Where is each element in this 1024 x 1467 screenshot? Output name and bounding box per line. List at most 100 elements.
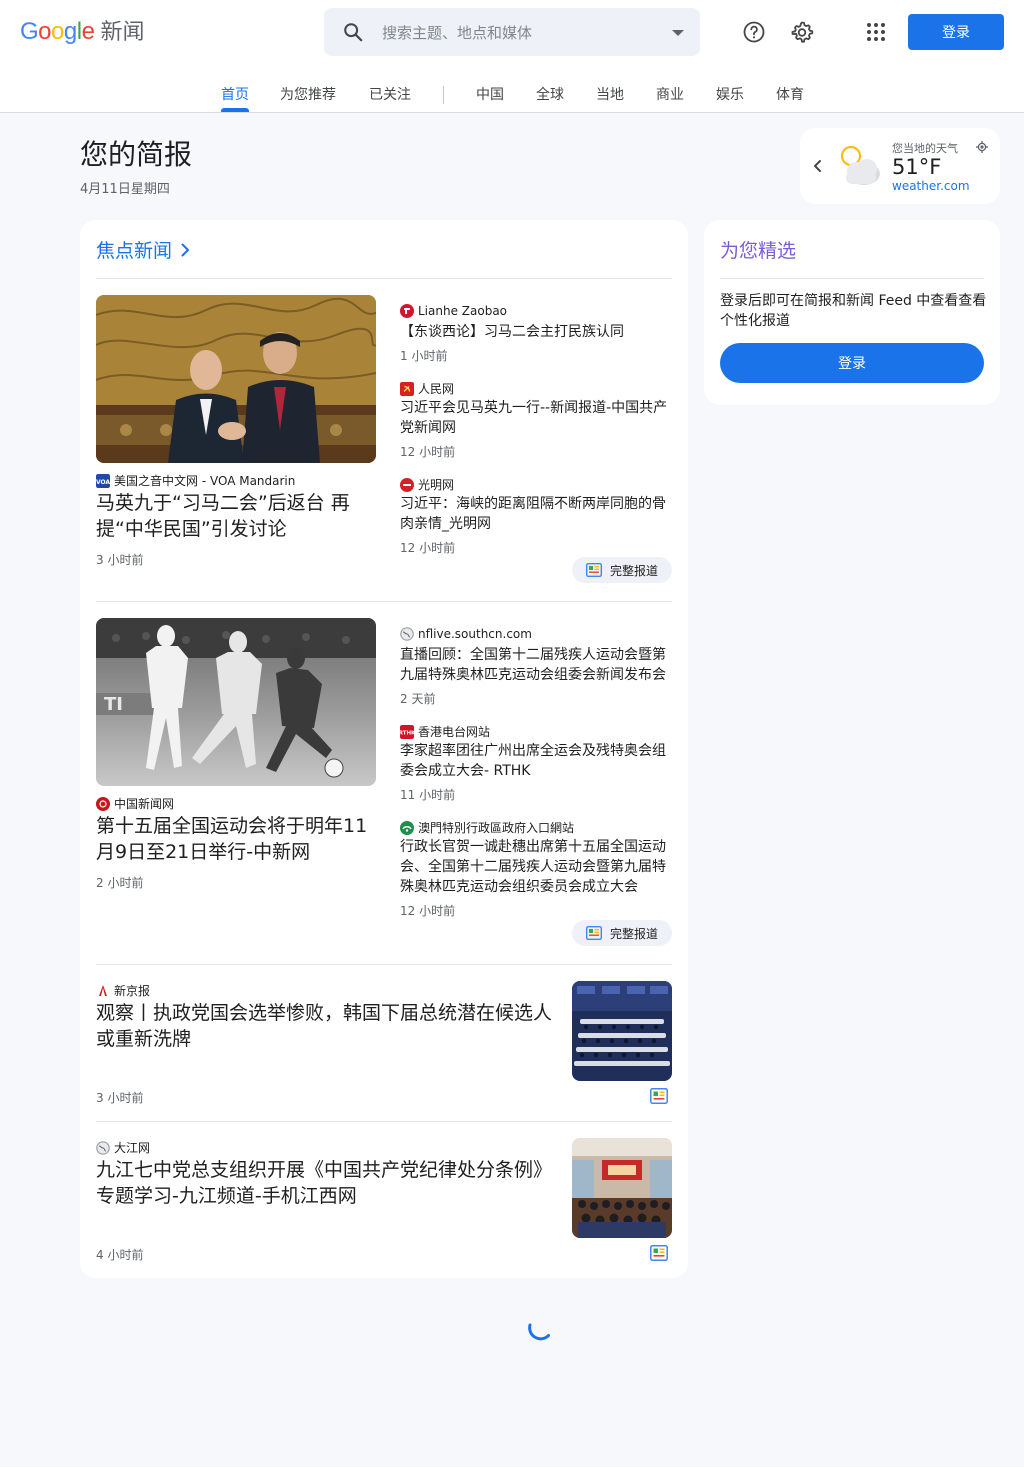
tab-divider <box>443 86 444 104</box>
weather-label: 您当地的天气 <box>892 142 958 155</box>
tab-china[interactable]: 中国 <box>476 84 504 104</box>
story-source-name[interactable]: 新京报 <box>114 982 150 999</box>
tab-entertainment[interactable]: 娱乐 <box>716 84 744 104</box>
picks-for-you-card: 为您精选 登录后即可在简报和新闻 Feed 中查看查看个性化报道 登录 <box>704 220 1000 405</box>
tab-world[interactable]: 全球 <box>536 84 564 104</box>
full-coverage-button[interactable]: 完整报道 <box>572 920 672 946</box>
story-headline[interactable]: 马英九于“习马二会”后返台 再提“中华民国”引发讨论 <box>96 490 376 542</box>
story-thumbnail-assembly-hall[interactable] <box>572 981 672 1081</box>
story-source-name[interactable]: 人民网 <box>418 380 454 397</box>
tab-sports[interactable]: 体育 <box>776 84 804 104</box>
search-box[interactable]: 搜索主题、地点和媒体 <box>324 8 700 56</box>
weather-widget[interactable]: 您当地的天气 51°F weather.com <box>800 128 1000 204</box>
story-source[interactable]: RTHK 香港电台网站 <box>400 723 490 740</box>
sign-in-button[interactable]: 登录 <box>908 14 1004 50</box>
google-news-logo[interactable]: Google 新闻 <box>20 17 144 47</box>
section-tabs: 首页 为您推荐 已关注 中国 全球 当地 商业 娱乐 体育 <box>0 64 1024 113</box>
story-source[interactable]: 澳門特別行政區政府入口網站 <box>400 819 574 836</box>
globe-icon <box>96 1140 110 1155</box>
story-headline[interactable]: 【东谈西论】习马二会主打民族认同 <box>400 322 676 342</box>
search-dropdown-icon[interactable] <box>672 30 684 36</box>
location-icon[interactable] <box>976 141 988 153</box>
story-source[interactable]: 大江网 <box>96 1139 150 1156</box>
story-source-name[interactable]: 香港电台网站 <box>418 723 490 740</box>
story-source-name[interactable]: 大江网 <box>114 1139 150 1156</box>
apps-grid-icon[interactable] <box>864 20 888 44</box>
story-source[interactable]: 人民网 <box>400 380 454 397</box>
story-time: 3 小时前 <box>96 1091 144 1105</box>
top-stories-card: 焦点新闻 VOA 美国之音中文网 - VOA Mandarin 马英九于“习马二… <box>80 220 688 1278</box>
full-coverage-icon <box>586 926 602 940</box>
google-wordmark: Google <box>20 18 95 45</box>
tab-following[interactable]: 已关注 <box>369 84 411 104</box>
logo-news-text: 新闻 <box>100 19 145 44</box>
story-headline[interactable]: 习近平：海峡的距离阻隔不断两岸同胞的骨肉亲情_光明网 <box>400 494 676 534</box>
divider <box>720 278 984 279</box>
story-source-name[interactable]: 澳門特別行政區政府入口網站 <box>418 819 574 836</box>
tab-business[interactable]: 商业 <box>656 84 684 104</box>
svg-text:TI: TI <box>104 694 123 715</box>
story-headline[interactable]: 习近平会见马英九一行--新闻报道-中国共产党新闻网 <box>400 398 676 438</box>
full-coverage-label[interactable]: 完整报道 <box>610 562 658 579</box>
active-tab-indicator <box>221 108 249 112</box>
story-time: 12 小时前 <box>400 904 456 918</box>
lianhe-zaobao-logo-icon <box>400 304 414 318</box>
full-coverage-icon[interactable] <box>650 1088 668 1104</box>
story-source-name[interactable]: 美国之音中文网 - VOA Mandarin <box>114 472 295 489</box>
guangming-logo-icon <box>400 477 414 492</box>
story-time: 1 小时前 <box>400 349 448 363</box>
search-input[interactable]: 搜索主题、地点和媒体 <box>382 22 532 43</box>
top-stories-title[interactable]: 焦点新闻 <box>96 236 172 263</box>
story-image-leaders-handshake[interactable] <box>96 295 376 463</box>
macau-government-logo-icon <box>400 820 414 835</box>
story-headline[interactable]: 直播回顾：全国第十二届残疾人运动会暨第九届特殊奥林匹克运动会组委会新闻发布会 <box>400 645 676 685</box>
story-source[interactable]: VOA 美国之音中文网 - VOA Mandarin <box>96 472 295 489</box>
svg-text:VOA: VOA <box>96 479 110 486</box>
story-source-name[interactable]: 中国新闻网 <box>114 795 174 812</box>
story-source[interactable]: 新京报 <box>96 982 150 999</box>
search-icon[interactable] <box>342 21 364 43</box>
story-headline[interactable]: 第十五届全国运动会将于明年11月9日至21日举行-中新网 <box>96 813 376 865</box>
globe-icon <box>400 627 414 641</box>
story-source-name[interactable]: nflive.southcn.com <box>418 627 532 641</box>
story-headline[interactable]: 李家超率团往广州出席全运会及残特奥会组委会成立大会- RTHK <box>400 741 676 781</box>
story-source-name[interactable]: 光明网 <box>418 476 454 493</box>
full-coverage-icon[interactable] <box>650 1245 668 1261</box>
story-headline[interactable]: 观察丨执政党国会选举惨败，韩国下届总统潜在候选人或重新洗牌 <box>96 1000 560 1052</box>
story-time: 3 小时前 <box>96 553 144 567</box>
picks-sign-in-button[interactable]: 登录 <box>720 343 984 383</box>
briefing-title: 您的简报 <box>80 138 193 171</box>
rthk-logo-icon: RTHK <box>400 724 414 739</box>
picks-description: 登录后即可在简报和新闻 Feed 中查看查看个性化报道 <box>720 293 987 329</box>
chevron-right-icon[interactable] <box>180 242 190 258</box>
tab-for-you[interactable]: 为您推荐 <box>280 84 336 104</box>
story-time: 2 天前 <box>400 692 436 706</box>
story-time: 4 小时前 <box>96 1248 144 1262</box>
story-thumbnail-meeting-room[interactable] <box>572 1138 672 1238</box>
full-coverage-button[interactable]: 完整报道 <box>572 557 672 583</box>
chinanews-logo-icon <box>96 796 110 811</box>
weather-source-link[interactable]: weather.com <box>892 179 970 193</box>
beijing-news-logo-icon <box>96 983 110 998</box>
divider <box>96 601 672 602</box>
story-source[interactable]: nflive.southcn.com <box>400 627 532 641</box>
loading-spinner-icon <box>528 1323 550 1341</box>
briefing-date: 4月11日星期四 <box>80 182 170 197</box>
top-stories-heading[interactable]: 焦点新闻 <box>96 236 190 263</box>
voa-logo-icon: VOA <box>96 473 110 488</box>
story-image-football-match[interactable]: TI <box>96 618 376 786</box>
story-source[interactable]: Lianhe Zaobao <box>400 304 507 318</box>
story-source[interactable]: 中国新闻网 <box>96 795 174 812</box>
tab-local[interactable]: 当地 <box>596 84 624 104</box>
story-time: 11 小时前 <box>400 788 456 802</box>
story-headline[interactable]: 九江七中党总支组织开展《中国共产党纪律处分条例》专题学习-九江频道-手机江西网 <box>96 1157 560 1209</box>
help-icon[interactable] <box>742 20 766 44</box>
full-coverage-icon <box>586 563 602 577</box>
story-source[interactable]: 光明网 <box>400 476 454 493</box>
settings-gear-icon[interactable] <box>790 20 814 44</box>
story-source-name[interactable]: Lianhe Zaobao <box>418 304 507 318</box>
chevron-left-icon[interactable] <box>812 157 824 175</box>
tab-home[interactable]: 首页 <box>221 84 249 104</box>
story-headline[interactable]: 行政长官贺一诚赴穗出席第十五届全国运动会、全国第十二届残疾人运动会暨第九届特殊奥… <box>400 837 676 897</box>
full-coverage-label[interactable]: 完整报道 <box>610 925 658 942</box>
